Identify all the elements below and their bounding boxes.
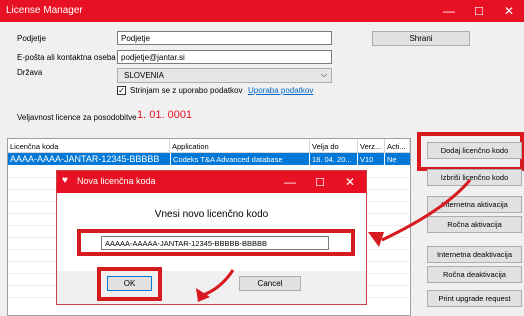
arrow-to-code-input [381,179,472,242]
arrow-to-ok [199,269,235,298]
annotation-arrows [196,179,472,302]
arrow-head-icon [368,232,384,247]
arrow-head-icon [196,288,210,302]
